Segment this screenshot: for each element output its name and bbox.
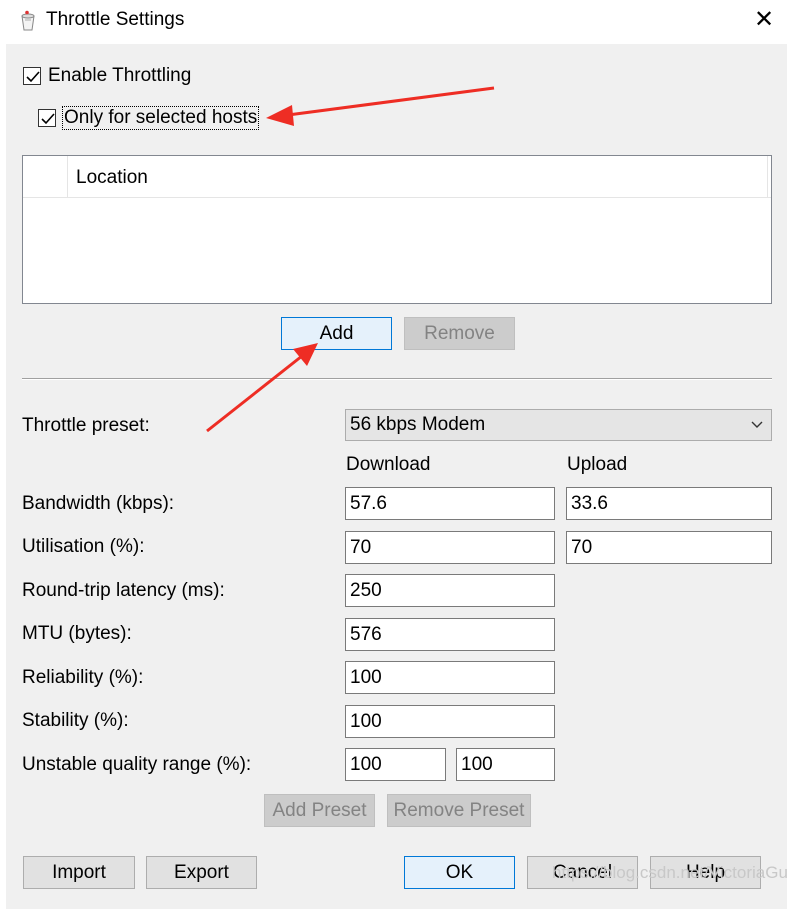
bandwidth-label: Bandwidth (kbps): xyxy=(22,493,175,514)
column-divider xyxy=(67,156,68,198)
list-header: Location xyxy=(23,156,771,198)
watermark: https://blog.csdn.net/VictoriaGu xyxy=(552,863,787,882)
unstable-range-label: Unstable quality range (%): xyxy=(22,754,252,775)
selected-hosts-checkbox[interactable] xyxy=(38,109,56,127)
checkmark-icon xyxy=(41,113,55,125)
remove-host-button[interactable]: Remove xyxy=(404,317,515,350)
window-title: Throttle Settings xyxy=(46,9,185,30)
utilisation-label: Utilisation (%): xyxy=(22,536,145,557)
separator-highlight xyxy=(22,379,772,380)
add-preset-button[interactable]: Add Preset xyxy=(264,794,375,827)
stability-label: Stability (%): xyxy=(22,710,129,731)
utilisation-upload-field[interactable]: 70 xyxy=(566,531,772,564)
unstable-range-max-field[interactable]: 100 xyxy=(456,748,555,781)
close-icon[interactable]: ✕ xyxy=(752,8,776,32)
selected-hosts-label[interactable]: Only for selected hosts xyxy=(62,106,260,130)
import-button[interactable]: Import xyxy=(23,856,135,889)
mtu-field[interactable]: 576 xyxy=(345,618,555,651)
ok-button[interactable]: OK xyxy=(404,856,515,889)
remove-preset-button[interactable]: Remove Preset xyxy=(387,794,531,827)
throttle-preset-dropdown[interactable]: 56 kbps Modem xyxy=(345,409,772,441)
title-bar: Throttle Settings ✕ xyxy=(0,0,787,44)
stability-field[interactable]: 100 xyxy=(345,705,555,738)
reliability-label: Reliability (%): xyxy=(22,667,144,688)
hosts-list[interactable]: Location xyxy=(22,155,772,304)
bandwidth-upload-field[interactable]: 33.6 xyxy=(566,487,772,520)
reliability-field[interactable]: 100 xyxy=(345,661,555,694)
upload-column-label: Upload xyxy=(567,454,628,475)
latency-label: Round-trip latency (ms): xyxy=(22,580,225,601)
mtu-label: MTU (bytes): xyxy=(22,623,132,644)
latency-field[interactable]: 250 xyxy=(345,574,555,607)
enable-throttling-checkbox[interactable] xyxy=(23,67,41,85)
bandwidth-download-field[interactable]: 57.6 xyxy=(345,487,555,520)
enable-throttling-label[interactable]: Enable Throttling xyxy=(48,65,191,87)
throttle-preset-value: 56 kbps Modem xyxy=(350,414,486,435)
column-header-location[interactable]: Location xyxy=(76,167,148,189)
column-divider xyxy=(767,156,768,198)
export-button[interactable]: Export xyxy=(146,856,257,889)
utilisation-download-field[interactable]: 70 xyxy=(345,531,555,564)
unstable-range-min-field[interactable]: 100 xyxy=(345,748,446,781)
checkmark-icon xyxy=(26,71,40,83)
add-host-button[interactable]: Add xyxy=(281,317,392,350)
app-icon xyxy=(21,10,35,31)
download-column-label: Download xyxy=(346,454,431,475)
chevron-down-icon xyxy=(751,421,763,428)
throttle-preset-label: Throttle preset: xyxy=(22,415,150,436)
